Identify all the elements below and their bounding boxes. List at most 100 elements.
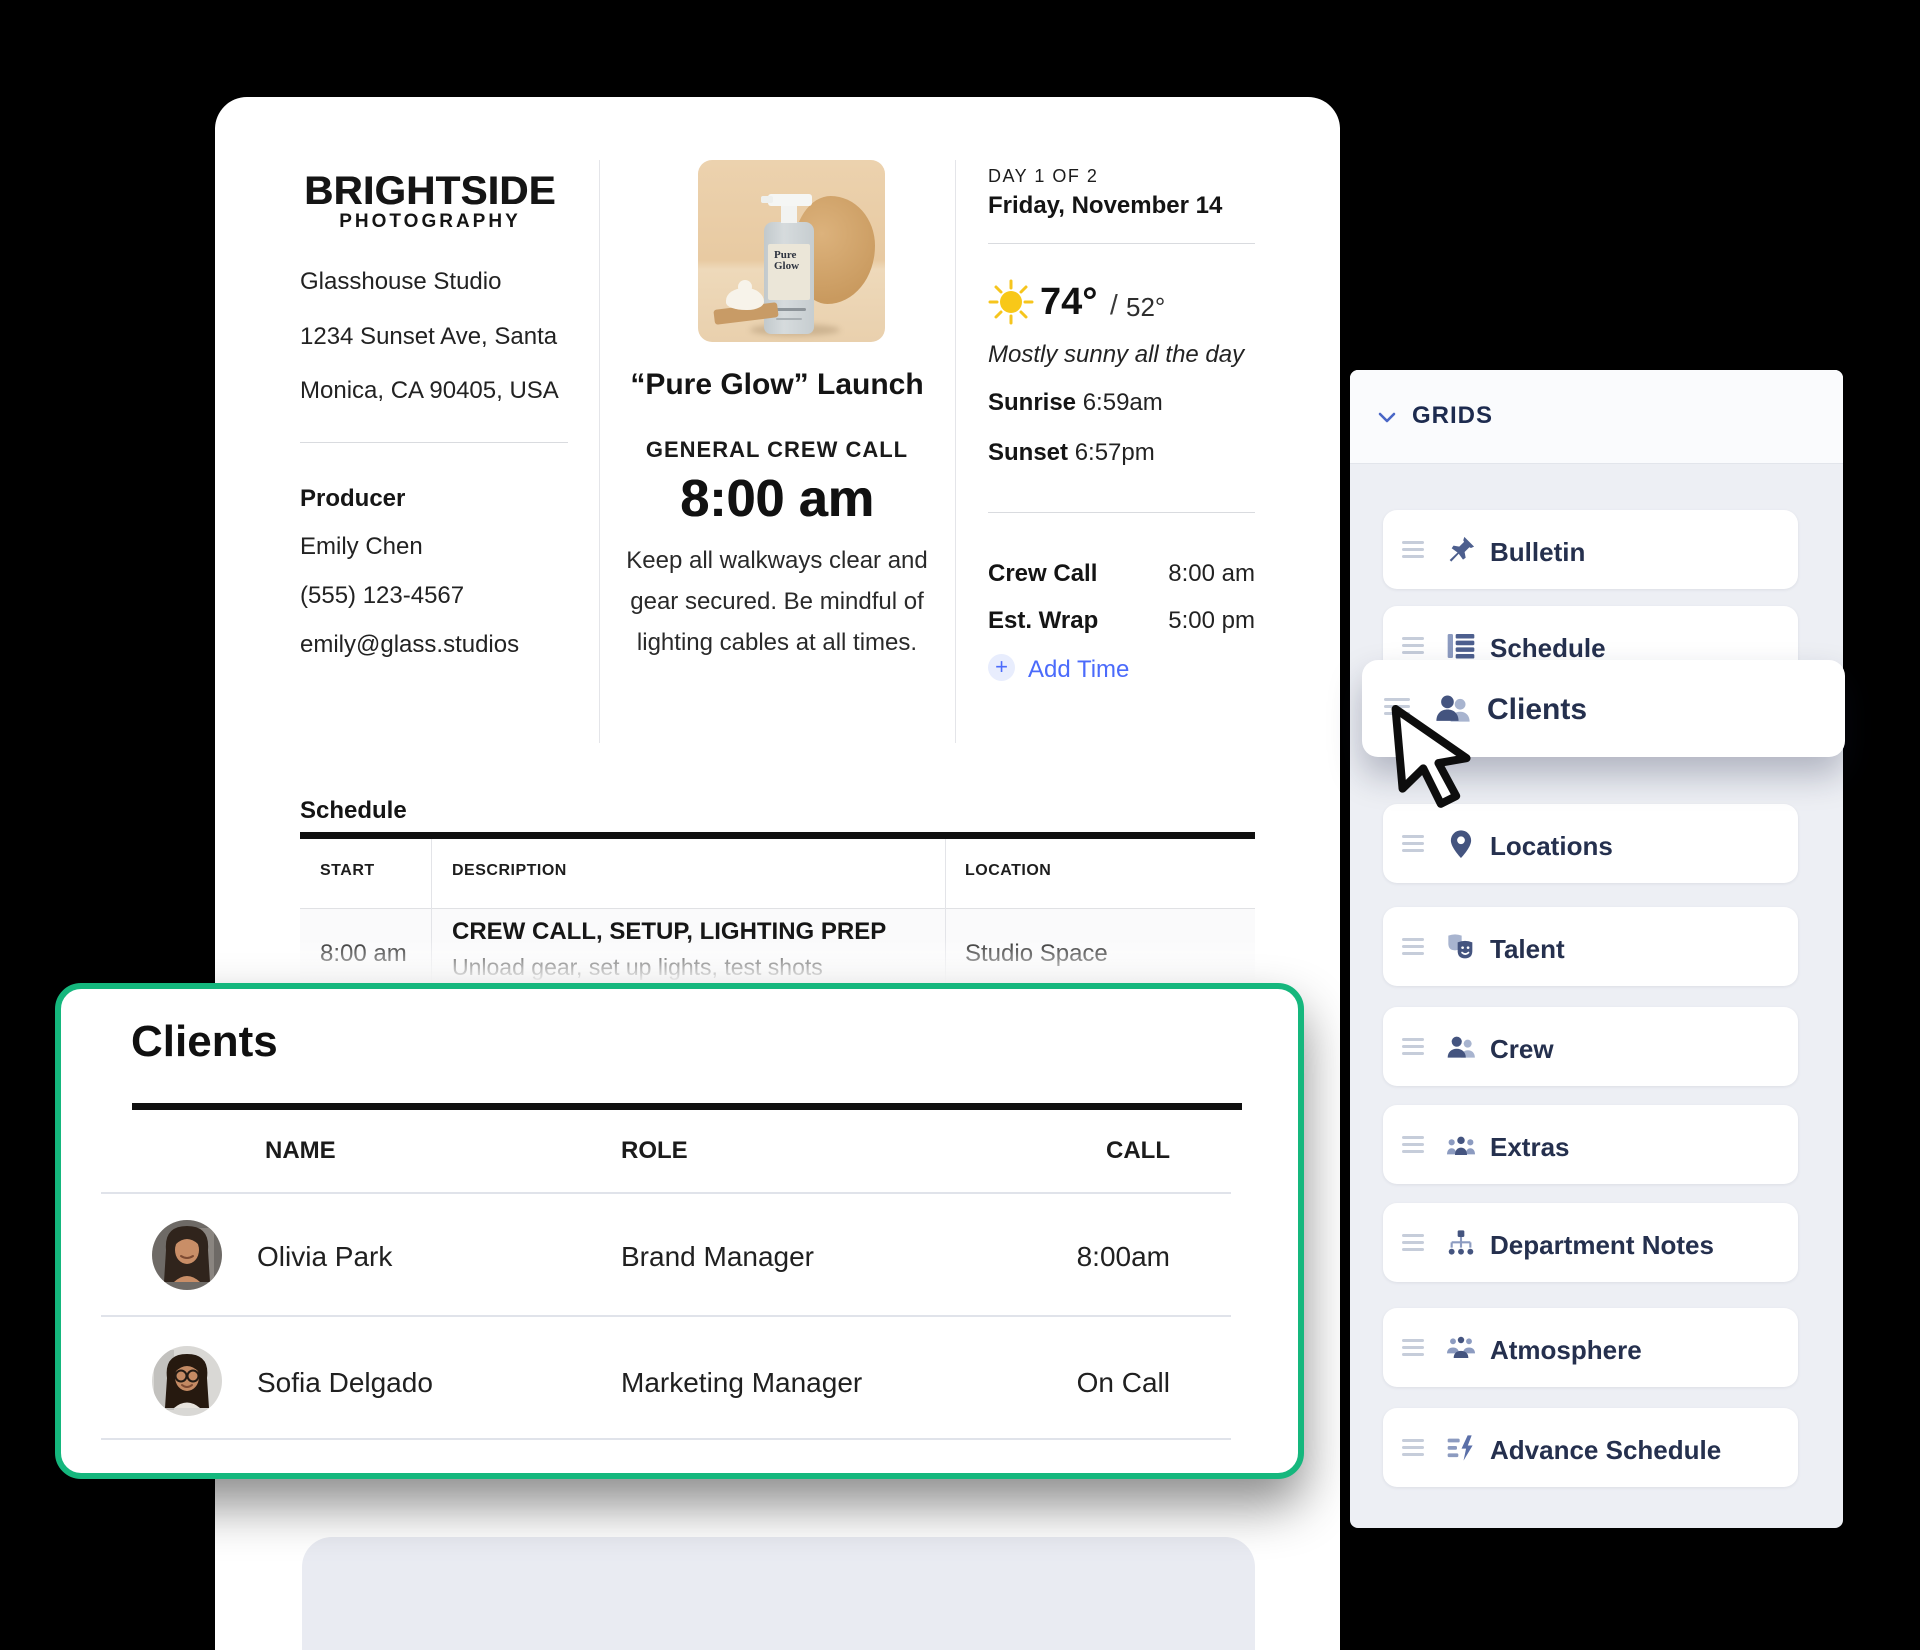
product-photo: Pure Glow: [698, 160, 885, 342]
drag-handle-icon[interactable]: [1402, 1136, 1424, 1153]
producer-phone: (555) 123-4567: [300, 582, 464, 610]
sidebar-item-extras[interactable]: Extras: [1383, 1105, 1798, 1184]
client-name: Sofia Delgado: [257, 1367, 433, 1399]
studio-address-line1: 1234 Sunset Ave, Santa: [300, 323, 557, 351]
drag-handle-icon[interactable]: [1402, 1234, 1424, 1251]
client-row: Olivia Park Brand Manager 8:00am: [61, 1202, 1298, 1312]
schedule-col-start: START: [320, 862, 375, 880]
mouse-cursor-icon: [1387, 699, 1476, 818]
temp-separator: /: [1110, 289, 1118, 321]
crew-people-icon: [1445, 1031, 1477, 1063]
sidebar-item-advance-schedule[interactable]: Advance Schedule: [1383, 1408, 1798, 1487]
crew-call-row: Crew Call 8:00 am: [988, 560, 1255, 588]
shoot-date: Friday, November 14: [988, 192, 1222, 220]
drag-handle-icon[interactable]: [1402, 1439, 1424, 1456]
page-background: BRIGHTSIDE PHOTOGRAPHY Glasshouse Studio…: [0, 0, 1920, 1650]
client-role: Marketing Manager: [621, 1367, 862, 1399]
est-wrap-row: Est. Wrap 5:00 pm: [988, 607, 1255, 635]
temp-low: 52°: [1126, 292, 1165, 323]
clients-col-name: NAME: [265, 1137, 336, 1165]
client-role: Brand Manager: [621, 1241, 814, 1273]
sun-icon: [988, 279, 1034, 325]
avatar: [152, 1220, 222, 1290]
client-name: Olivia Park: [257, 1241, 392, 1273]
next-section-preview: [302, 1537, 1255, 1650]
add-time-button[interactable]: + Add Time: [988, 653, 1255, 683]
grids-section-header[interactable]: GRIDS: [1350, 370, 1843, 464]
general-crew-call-label: GENERAL CREW CALL: [599, 437, 955, 463]
divider: [101, 1192, 1231, 1194]
avatar: [152, 1346, 222, 1416]
drag-handle-icon[interactable]: [1402, 938, 1424, 955]
sidebar-item-crew[interactable]: Crew: [1383, 1007, 1798, 1086]
drag-handle-icon[interactable]: [1402, 1038, 1424, 1055]
grids-sidebar: GRIDS Bulletin Schedule: [1350, 370, 1843, 1528]
producer-name: Emily Chen: [300, 533, 423, 561]
studio-name: Glasshouse Studio: [300, 268, 501, 296]
table-top-rule: [132, 1103, 1242, 1110]
sunset-row: Sunset 6:57pm: [988, 439, 1155, 467]
sidebar-item-label: Locations: [1490, 831, 1613, 862]
clients-col-call: CALL: [881, 1137, 1170, 1165]
crowd-icon: [1445, 1332, 1477, 1364]
drag-handle-icon[interactable]: [1402, 637, 1424, 654]
sidebar-item-label: Crew: [1490, 1034, 1554, 1065]
client-row: Sofia Delgado Marketing Manager On Call: [61, 1328, 1298, 1438]
company-logo-name: BRIGHTSIDE: [300, 169, 560, 214]
clients-card-title: Clients: [131, 1017, 278, 1067]
divider: [988, 243, 1255, 244]
clients-col-role: ROLE: [621, 1137, 688, 1165]
divider: [988, 512, 1255, 513]
org-chart-icon: [1445, 1227, 1477, 1259]
location-pin-icon: [1445, 828, 1477, 860]
weather-description: Mostly sunny all the day: [988, 341, 1244, 369]
sidebar-item-label: Talent: [1490, 934, 1565, 965]
extras-people-icon: [1445, 1129, 1477, 1161]
column-divider: [955, 160, 956, 743]
product-bottle-label: Pure Glow: [768, 244, 810, 300]
sidebar-item-label: Bulletin: [1490, 537, 1585, 568]
sunrise-row: Sunrise 6:59am: [988, 389, 1163, 417]
divider: [101, 1438, 1231, 1440]
pushpin-icon: [1445, 534, 1477, 566]
grids-section-label: GRIDS: [1412, 402, 1493, 430]
client-call-time: 8:00am: [881, 1241, 1170, 1273]
table-top-rule: [300, 832, 1255, 839]
theater-masks-icon: [1445, 931, 1477, 963]
client-call-time: On Call: [881, 1367, 1170, 1399]
day-counter: DAY 1 OF 2: [988, 166, 1098, 187]
sidebar-item-atmosphere[interactable]: Atmosphere: [1383, 1308, 1798, 1387]
schedule-col-description: DESCRIPTION: [452, 862, 567, 880]
divider: [101, 1315, 1231, 1317]
sidebar-item-label: Atmosphere: [1490, 1335, 1642, 1366]
producer-label: Producer: [300, 485, 405, 513]
sidebar-item-label: Clients: [1487, 693, 1587, 727]
sidebar-item-talent[interactable]: Talent: [1383, 907, 1798, 986]
studio-address-line2: Monica, CA 90405, USA: [300, 377, 559, 405]
list-lightning-icon: [1445, 1432, 1477, 1464]
sidebar-item-department-notes[interactable]: Department Notes: [1383, 1203, 1798, 1282]
clients-grid-card: Clients NAME ROLE CALL Olivia Park Brand…: [55, 983, 1304, 1479]
sidebar-item-label: Extras: [1490, 1132, 1570, 1163]
schedule-section-title: Schedule: [300, 797, 407, 825]
weather-summary-row: 74° / 52°: [988, 279, 1255, 331]
drag-handle-icon[interactable]: [1402, 835, 1424, 852]
schedule-list-icon: [1445, 630, 1477, 662]
company-logo-sub: PHOTOGRAPHY: [300, 211, 560, 233]
drag-handle-icon[interactable]: [1402, 541, 1424, 558]
divider: [300, 442, 568, 443]
shoot-title: “Pure Glow” Launch: [599, 368, 955, 402]
safety-note: Keep all walkways clear and gear secured…: [599, 540, 955, 663]
temp-high: 74°: [1040, 281, 1097, 324]
sidebar-item-bulletin[interactable]: Bulletin: [1383, 510, 1798, 589]
sidebar-item-locations[interactable]: Locations: [1383, 804, 1798, 883]
drag-handle-icon[interactable]: [1402, 1339, 1424, 1356]
schedule-col-location: LOCATION: [965, 862, 1051, 880]
chevron-down-icon[interactable]: [1378, 412, 1396, 424]
producer-email: emily@glass.studios: [300, 631, 519, 659]
general-crew-call-time: 8:00 am: [599, 469, 955, 529]
document-fade: [300, 937, 1255, 985]
sidebar-item-label: Department Notes: [1490, 1230, 1714, 1261]
plus-icon[interactable]: +: [988, 654, 1015, 681]
sidebar-item-label: Advance Schedule: [1490, 1435, 1721, 1466]
